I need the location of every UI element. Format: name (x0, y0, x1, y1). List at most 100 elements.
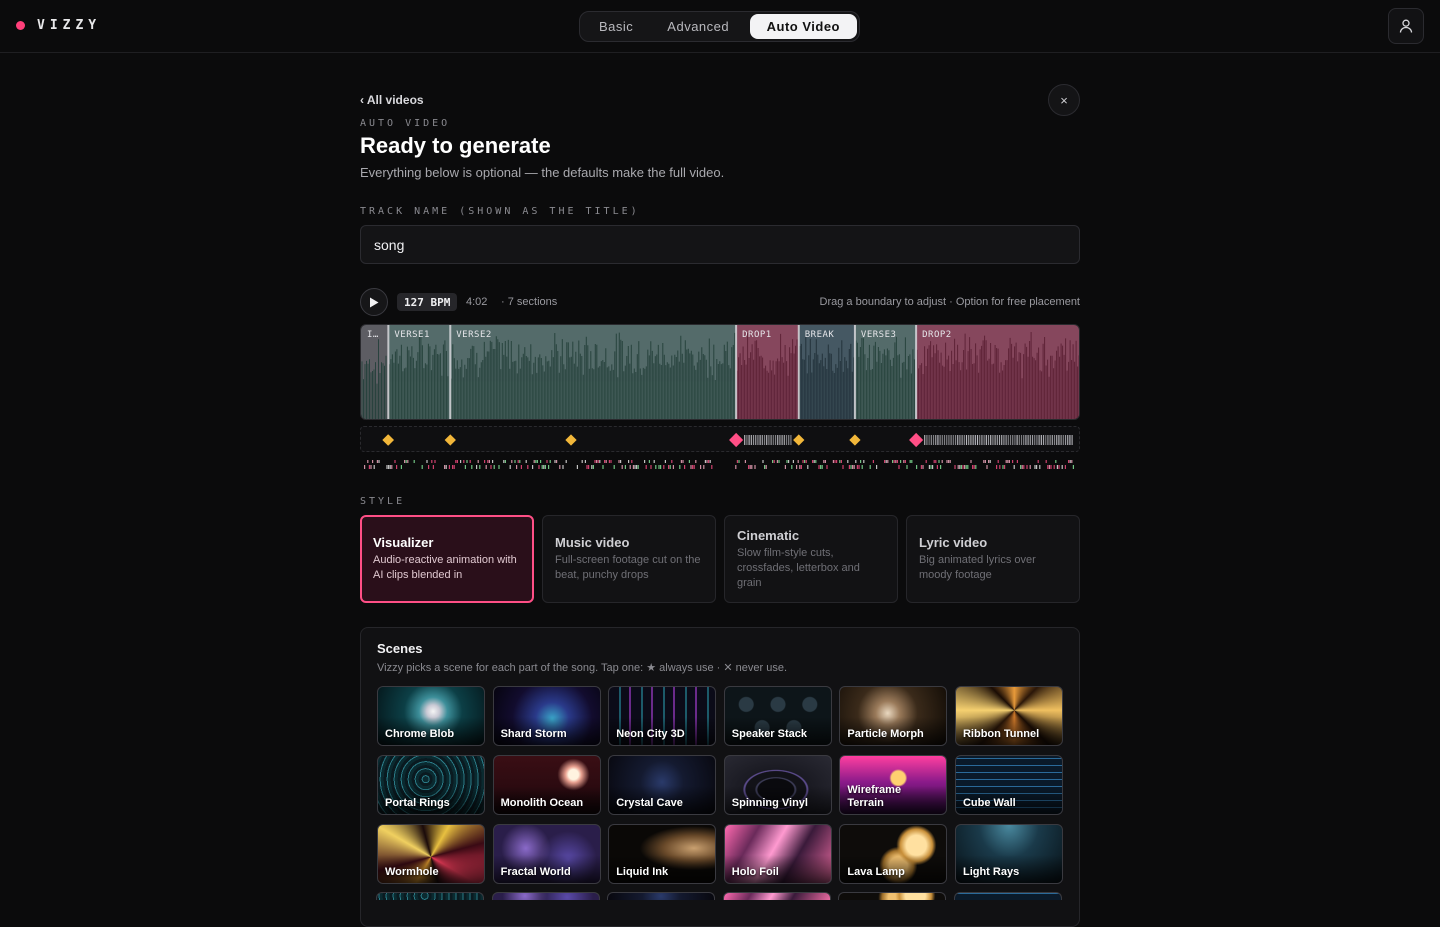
scene-tile-particle-morph[interactable]: Particle Morph (839, 686, 948, 746)
scene-tile-liquid-ink[interactable]: Liquid Ink (608, 824, 717, 884)
beat-tick (370, 465, 372, 469)
beat-tick (1055, 460, 1057, 463)
scene-tile-partial[interactable] (607, 892, 716, 900)
scene-tile-partial[interactable] (838, 892, 947, 900)
beat-tick (660, 465, 662, 469)
beat-tick (964, 465, 966, 469)
scene-tile-neon-city-3d[interactable]: Neon City 3D (608, 686, 717, 746)
drop-energy-tick (959, 435, 961, 445)
beat-tick (464, 465, 466, 469)
beat-tick (621, 465, 623, 469)
beat-tick (493, 465, 495, 469)
scene-tile-partial[interactable] (953, 892, 1062, 900)
drop-energy-tick (761, 435, 763, 445)
scene-tile-holo-foil[interactable]: Holo Foil (723, 824, 832, 884)
brand[interactable]: VIZZY (16, 18, 101, 33)
scene-tile-crystal-cave[interactable]: Crystal Cave (608, 755, 717, 815)
drop-energy-tick (1007, 435, 1009, 445)
beat-tick (576, 465, 578, 469)
scene-tile-spinning-vinyl[interactable]: Spinning Vinyl (723, 755, 832, 815)
play-icon (370, 297, 379, 307)
drop-energy-tick (996, 435, 998, 445)
beat-tick (1005, 460, 1007, 463)
drop-energy-tick (924, 435, 926, 445)
section-label: DROP2 (922, 330, 952, 340)
scene-tile-cube-wall[interactable]: Cube Wall (954, 755, 1063, 815)
beat-tick (421, 465, 423, 469)
style-option-cinematic[interactable]: Cinematic Slow film-style cuts, crossfade… (724, 515, 898, 603)
beat-tick (367, 460, 369, 463)
section-label: VERSE1 (394, 330, 430, 340)
tab-auto-video[interactable]: Auto Video (749, 14, 857, 39)
beat-tick (407, 460, 409, 463)
drop-energy-tick (1029, 435, 1031, 445)
scene-tile-lava-lamp[interactable]: Lava Lamp (839, 824, 948, 884)
scene-name: Speaker Stack (731, 728, 807, 740)
scene-name: Wormhole (385, 866, 439, 878)
beat-tick (1004, 465, 1006, 469)
beat-tick (749, 465, 751, 469)
tab-basic[interactable]: Basic (582, 14, 650, 39)
beat-tick (511, 460, 513, 463)
beat-tick (872, 460, 874, 463)
beat-tick (700, 465, 702, 469)
beat-tick (543, 465, 545, 469)
beat-tick (773, 460, 775, 463)
drop-energy-tick (750, 435, 752, 445)
beat-tick (792, 460, 794, 463)
close-icon: × (1060, 92, 1068, 108)
cue-marker (444, 434, 456, 446)
scene-tile-fractal-world[interactable]: Fractal World (492, 824, 601, 884)
beat-tick (797, 460, 799, 463)
style-option-music-video[interactable]: Music video Full-screen footage cut on th… (542, 515, 716, 603)
beat-tick (895, 460, 897, 463)
beat-tick (469, 460, 471, 463)
style-option-visualizer[interactable]: Visualizer Audio-reactive animation with … (360, 515, 534, 603)
beat-tick (957, 465, 959, 469)
drop-energy-tick (759, 435, 761, 445)
scene-tile-ribbon-tunnel[interactable]: Ribbon Tunnel (954, 686, 1063, 746)
scene-tile-wormhole[interactable]: Wormhole (377, 824, 485, 884)
close-button[interactable]: × (1048, 84, 1080, 116)
scene-tile-light-rays[interactable]: Light Rays (954, 824, 1063, 884)
scene-tile-partial[interactable] (376, 892, 484, 900)
waveform-timeline[interactable]: I… VERSE1 VERSE2 DROP1 BREAK VERSE3 DROP2 (360, 324, 1080, 420)
cue-markers-track[interactable] (360, 426, 1080, 452)
scene-tile-speaker-stack[interactable]: Speaker Stack (723, 686, 832, 746)
tab-advanced[interactable]: Advanced (650, 14, 746, 39)
style-option-name: Music video (555, 535, 630, 550)
drop-energy-tick (963, 435, 965, 445)
scene-tile-chrome-blob[interactable]: Chrome Blob (377, 686, 485, 746)
beat-tick (693, 465, 695, 469)
beat-tick (962, 465, 964, 469)
drop-energy-tick (1036, 435, 1038, 445)
beat-tick (1045, 460, 1047, 463)
style-option-lyric-video[interactable]: Lyric video Big animated lyrics over mood… (906, 515, 1080, 603)
scene-tile-partial[interactable] (722, 892, 831, 900)
drop-energy-tick (1005, 435, 1007, 445)
back-to-all-videos-link[interactable]: ‹ All videos (360, 93, 424, 107)
account-button[interactable] (1388, 8, 1424, 44)
scene-tile-portal-rings[interactable]: Portal Rings (377, 755, 485, 815)
beat-tick (813, 460, 815, 463)
scene-tile-shard-storm[interactable]: Shard Storm (492, 686, 601, 746)
beat-tick (885, 460, 887, 463)
beat-tick (887, 460, 889, 463)
drop-energy-tick (746, 435, 748, 445)
beat-tick (711, 465, 713, 469)
scene-tile-partial[interactable] (491, 892, 600, 900)
track-name-input[interactable] (360, 225, 1080, 264)
beat-tick (933, 460, 935, 463)
scene-tile-wireframe-terrain[interactable]: Wireframe Terrain (839, 755, 948, 815)
scene-name: Chrome Blob (385, 728, 455, 740)
scene-name: Wireframe Terrain (847, 784, 902, 809)
play-button[interactable] (360, 288, 388, 316)
cue-marker (849, 434, 861, 446)
scene-tile-monolith-ocean[interactable]: Monolith Ocean (492, 755, 601, 815)
drop-energy-tick (932, 435, 935, 445)
beat-tick (1039, 465, 1041, 469)
drop-energy-tick (744, 435, 746, 445)
beat-tick (834, 460, 836, 463)
drop-energy-tick (965, 435, 968, 445)
drop-energy-tick (783, 435, 785, 445)
